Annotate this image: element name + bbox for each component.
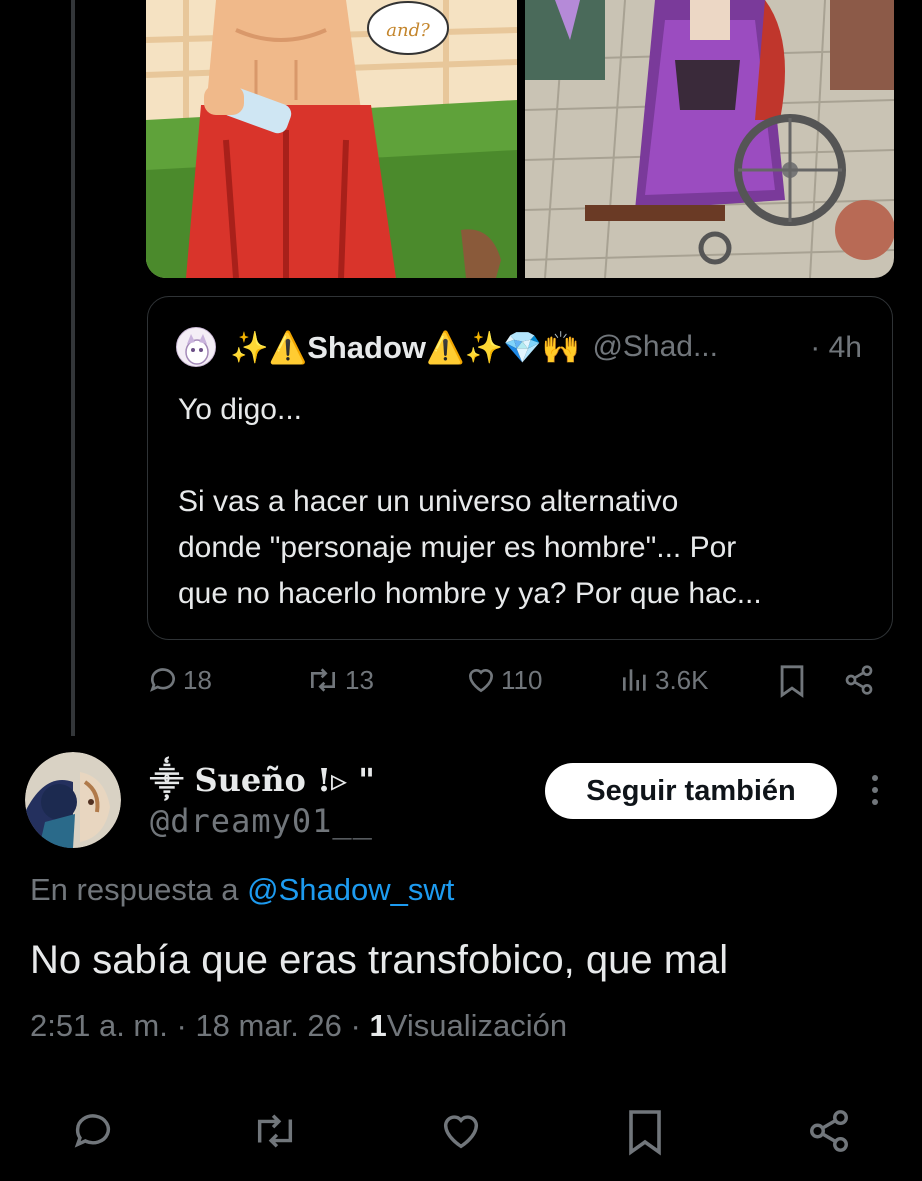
- reply-author-avatar[interactable]: [25, 752, 121, 848]
- reply-date[interactable]: 18 mar. 26: [195, 1008, 341, 1043]
- reply-meta: 2:51 a. m. · 18 mar. 26 · 1Visualización: [30, 1008, 567, 1044]
- reply-text: No sabía que eras transfobico, que mal: [30, 938, 729, 982]
- quoted-post-text: Yo digo... Si vas a hacer un universo al…: [178, 387, 878, 617]
- meta-separator: ·: [350, 1008, 361, 1043]
- views-action[interactable]: 3.6K: [619, 664, 709, 696]
- thread-connector-line: [71, 0, 75, 736]
- quoted-author-avatar[interactable]: [176, 327, 216, 367]
- share-button[interactable]: [806, 1108, 852, 1159]
- repost-icon: [250, 1114, 300, 1158]
- bookmark-button[interactable]: [624, 1108, 666, 1161]
- post-image-right[interactable]: [525, 0, 894, 278]
- bookmark-icon: [777, 664, 807, 698]
- reply-context-label: En respuesta a: [30, 872, 239, 907]
- quoted-text-line: que no hacerlo hombre y ya? Por que hac.…: [178, 577, 762, 610]
- reply-button[interactable]: [70, 1108, 116, 1159]
- share-icon: [843, 664, 875, 696]
- meta-separator: ·: [176, 1008, 187, 1043]
- quoted-author-handle[interactable]: @Shad...: [592, 330, 718, 364]
- like-action[interactable]: 110: [465, 664, 542, 696]
- views-icon: [619, 664, 651, 696]
- reply-action[interactable]: 18: [147, 664, 212, 696]
- like-count: 110: [501, 664, 543, 695]
- follow-button[interactable]: Seguir también: [545, 763, 837, 819]
- like-button[interactable]: [438, 1108, 484, 1159]
- reply-author-handle[interactable]: @dreamy01__: [150, 802, 373, 840]
- quoted-text-line: donde "personaje mujer es hombre"... Por: [178, 531, 737, 564]
- quoted-author-name[interactable]: ✨⚠️Shadow⚠️✨💎🙌: [230, 329, 580, 366]
- repost-count: 13: [345, 664, 374, 695]
- quoted-text-line: Yo digo...: [178, 393, 302, 426]
- post-image-left[interactable]: and?: [146, 0, 517, 278]
- reply-context: En respuesta a @Shadow_swt: [30, 872, 454, 908]
- bookmark-icon: [624, 1110, 666, 1160]
- reply-icon: [70, 1114, 116, 1158]
- heart-icon: [465, 664, 497, 696]
- reply-views-count: 1: [369, 1008, 387, 1043]
- reply-views-label: Visualización: [386, 1008, 568, 1043]
- reply-icon: [147, 664, 179, 696]
- reply-time[interactable]: 2:51 a. m.: [30, 1008, 168, 1043]
- parent-post-actions: 18 13 110 3.6K: [147, 664, 887, 704]
- views-count: 3.6K: [655, 664, 709, 695]
- speech-bubble-text: and?: [386, 20, 430, 41]
- share-icon: [806, 1110, 852, 1158]
- heart-icon: [438, 1115, 484, 1158]
- repost-button[interactable]: [250, 1108, 300, 1159]
- quoted-text-line: Si vas a hacer un universo alternativo: [178, 485, 679, 518]
- reply-action-bar: [0, 1108, 922, 1158]
- quoted-post-card[interactable]: ✨⚠️Shadow⚠️✨💎🙌 @Shad... · 4h Yo digo... …: [147, 296, 893, 640]
- reply-count: 18: [183, 664, 212, 695]
- quoted-post-header: ✨⚠️Shadow⚠️✨💎🙌 @Shad...: [176, 327, 718, 367]
- bookmark-button[interactable]: [777, 664, 807, 698]
- reply-author-name[interactable]: ⸎ Sueño !▹ ": [150, 758, 375, 801]
- share-button[interactable]: [843, 664, 875, 696]
- quoted-post-time: · 4h: [810, 331, 862, 364]
- repost-icon: [305, 664, 341, 696]
- reply-mention-link[interactable]: @Shadow_swt: [247, 872, 454, 907]
- repost-action[interactable]: 13: [305, 664, 374, 696]
- more-icon[interactable]: [865, 772, 885, 812]
